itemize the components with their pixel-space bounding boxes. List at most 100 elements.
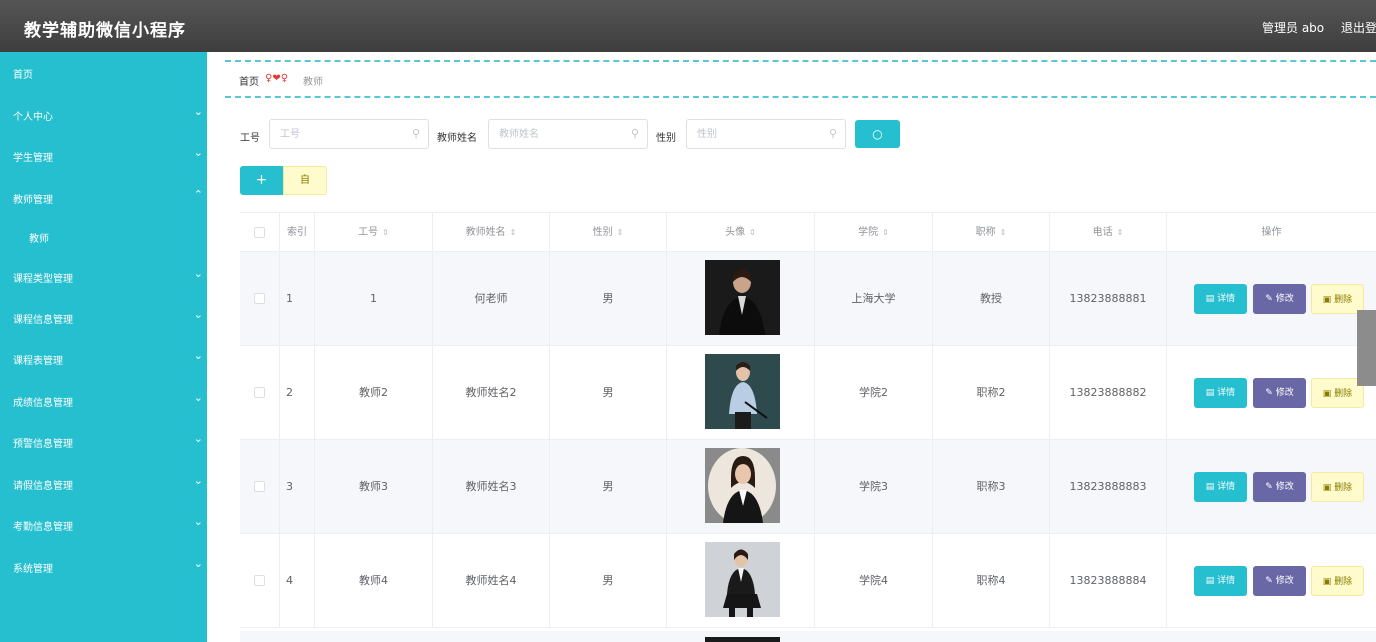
- logout-link[interactable]: 退出登: [1341, 19, 1376, 36]
- document-icon: ▤: [1205, 294, 1218, 304]
- column-header-phone[interactable]: 电话 ⇕: [1050, 213, 1167, 253]
- search-icon: ⚲: [828, 127, 837, 140]
- breadcrumb-current: 教师: [303, 77, 323, 88]
- sort-icon[interactable]: ⇕: [510, 228, 517, 237]
- main-content: 首页 ♀❤♀ 教师 工号 ⚲ 教师姓名 ⚲ 性别 ⚲ ○ + 自 索引 工号⇕ …: [207, 52, 1376, 642]
- sidebar-item-warnings[interactable]: 预警信息管理 ⌄: [0, 422, 207, 462]
- sidebar-item-home[interactable]: 首页: [0, 53, 207, 93]
- column-header-title[interactable]: 职称 ⇕: [933, 213, 1050, 253]
- sidebar-item-course-type[interactable]: 课程类型管理 ⌄: [0, 257, 207, 297]
- column-header-college[interactable]: 学院 ⇕: [815, 213, 933, 253]
- gonghao-field[interactable]: ⚲: [269, 119, 429, 149]
- detail-button[interactable]: ▤ 详情: [1194, 378, 1247, 408]
- edit-button[interactable]: ✎ 修改: [1253, 472, 1306, 502]
- sidebar: 首页 个人中心 ⌄ 学生管理 ⌄ 教师管理 ⌃ 教师 课程类型管理 ⌄ 课程信息…: [0, 52, 207, 642]
- chevron-down-icon: ⌄: [193, 308, 203, 321]
- edit-button[interactable]: ✎ 修改: [1253, 566, 1306, 596]
- trash-icon: ▣: [1322, 389, 1335, 399]
- row-select-cell: [240, 534, 280, 628]
- column-header-avatar[interactable]: 头像 ⇕: [667, 213, 815, 253]
- top-bar: 教学辅助微信小程序 管理员 abo 退出登: [0, 0, 1376, 52]
- sidebar-item-grades[interactable]: 成绩信息管理 ⌄: [0, 381, 207, 421]
- cell-college: 上海大学: [815, 252, 933, 346]
- edit-icon: ✎: [1265, 388, 1276, 398]
- sidebar-item-personal-center[interactable]: 个人中心 ⌄: [0, 95, 207, 135]
- sidebar-item-label: 学生管理: [13, 153, 53, 164]
- chevron-down-icon: ⌄: [193, 146, 203, 159]
- sidebar-item-teacher-management[interactable]: 教师管理 ⌃: [0, 178, 207, 218]
- row-checkbox[interactable]: [254, 293, 265, 304]
- avatar: [705, 354, 780, 429]
- sort-icon[interactable]: ⇕: [1117, 228, 1124, 237]
- edit-button[interactable]: ✎ 修改: [1253, 378, 1306, 408]
- search-button[interactable]: ○: [855, 120, 900, 148]
- trash-icon: ▣: [1322, 483, 1335, 493]
- sidebar-item-label: 课程表管理: [13, 356, 63, 367]
- table-row-partial: [240, 631, 1376, 642]
- add-button[interactable]: +: [240, 166, 283, 195]
- batch-delete-button[interactable]: 自: [283, 166, 327, 195]
- table-row: 2 教师2 教师姓名2 男 学院2 职称2 13823888882 ▤ 详情 ✎…: [240, 346, 1376, 440]
- edit-icon: ✎: [1265, 294, 1276, 304]
- cell-index: 4: [280, 534, 315, 628]
- avatar: [705, 542, 780, 617]
- avatar: [705, 637, 780, 642]
- chevron-down-icon: ⌄: [193, 557, 203, 570]
- sort-icon[interactable]: ⇕: [882, 228, 889, 237]
- cell-name: 教师姓名3: [433, 440, 550, 534]
- sidebar-item-label: 首页: [13, 70, 33, 81]
- sidebar-item-system[interactable]: 系统管理 ⌄: [0, 547, 207, 587]
- chevron-down-icon: ⌄: [193, 267, 203, 280]
- sidebar-item-label: 个人中心: [13, 112, 53, 123]
- sort-icon[interactable]: ⇕: [1000, 228, 1007, 237]
- row-select-cell: [240, 440, 280, 534]
- document-icon: ▤: [1205, 388, 1218, 398]
- sort-icon[interactable]: ⇕: [382, 228, 389, 237]
- column-header-actions: 操作: [1261, 227, 1282, 238]
- teacher-name-field[interactable]: ⚲: [488, 119, 648, 149]
- select-all-checkbox[interactable]: [254, 227, 265, 238]
- sidebar-item-leave[interactable]: 请假信息管理 ⌄: [0, 464, 207, 504]
- teacher-table: 索引 工号 ⇕ 教师姓名 ⇕ 性别 ⇕ 头像 ⇕ 学院 ⇕ 职称 ⇕ 电话 ⇕ 操作 1 1 …: [240, 212, 1376, 642]
- sidebar-item-label: 教师管理: [13, 195, 53, 206]
- breadcrumb-separator: ♀❤♀: [265, 73, 289, 84]
- detail-button[interactable]: ▤ 详情: [1194, 284, 1247, 314]
- row-checkbox[interactable]: [254, 481, 265, 492]
- sidebar-item-label: 请假信息管理: [13, 481, 73, 492]
- column-header-gender[interactable]: 性别 ⇕: [550, 213, 667, 253]
- column-header-gonghao[interactable]: 工号 ⇕: [315, 213, 433, 253]
- delete-button[interactable]: ▣ 删除: [1311, 566, 1364, 596]
- sidebar-item-label: 系统管理: [13, 564, 53, 575]
- cell-phone: 13823888881: [1050, 252, 1167, 346]
- sort-icon[interactable]: ⇕: [617, 228, 624, 237]
- trash-icon: ▣: [1322, 295, 1335, 305]
- cell-phone: 13823888882: [1050, 346, 1167, 440]
- gender-input[interactable]: [687, 120, 845, 148]
- detail-button[interactable]: ▤ 详情: [1194, 566, 1247, 596]
- vertical-scrollbar[interactable]: [1357, 310, 1376, 386]
- cell-name: 何老师: [433, 252, 550, 346]
- app-title: 教学辅助微信小程序: [24, 21, 186, 41]
- gonghao-input[interactable]: [270, 120, 428, 148]
- teacher-name-input[interactable]: [489, 120, 647, 148]
- gonghao-label: 工号: [240, 133, 260, 144]
- detail-button[interactable]: ▤ 详情: [1194, 472, 1247, 502]
- sort-icon[interactable]: ⇕: [749, 228, 756, 237]
- table-header: 索引 工号 ⇕ 教师姓名 ⇕ 性别 ⇕ 头像 ⇕ 学院 ⇕ 职称 ⇕ 电话 ⇕ 操作: [240, 212, 1376, 253]
- gender-field[interactable]: ⚲: [686, 119, 846, 149]
- cell-gonghao: 1: [315, 252, 433, 346]
- breadcrumb-home[interactable]: 首页: [239, 73, 259, 88]
- sidebar-item-student-management[interactable]: 学生管理 ⌄: [0, 136, 207, 176]
- row-checkbox[interactable]: [254, 387, 265, 398]
- sidebar-item-teacher[interactable]: 教师: [0, 217, 207, 257]
- chevron-down-icon: ⌄: [193, 432, 203, 445]
- sidebar-item-attendance[interactable]: 考勤信息管理 ⌄: [0, 505, 207, 545]
- column-header-name[interactable]: 教师姓名 ⇕: [433, 213, 550, 253]
- cell-index: 3: [280, 440, 315, 534]
- chevron-up-icon: ⌃: [193, 188, 203, 201]
- edit-button[interactable]: ✎ 修改: [1253, 284, 1306, 314]
- sidebar-item-course-info[interactable]: 课程信息管理 ⌄: [0, 298, 207, 338]
- sidebar-item-schedule[interactable]: 课程表管理 ⌄: [0, 339, 207, 379]
- row-checkbox[interactable]: [254, 575, 265, 586]
- delete-button[interactable]: ▣ 删除: [1311, 472, 1364, 502]
